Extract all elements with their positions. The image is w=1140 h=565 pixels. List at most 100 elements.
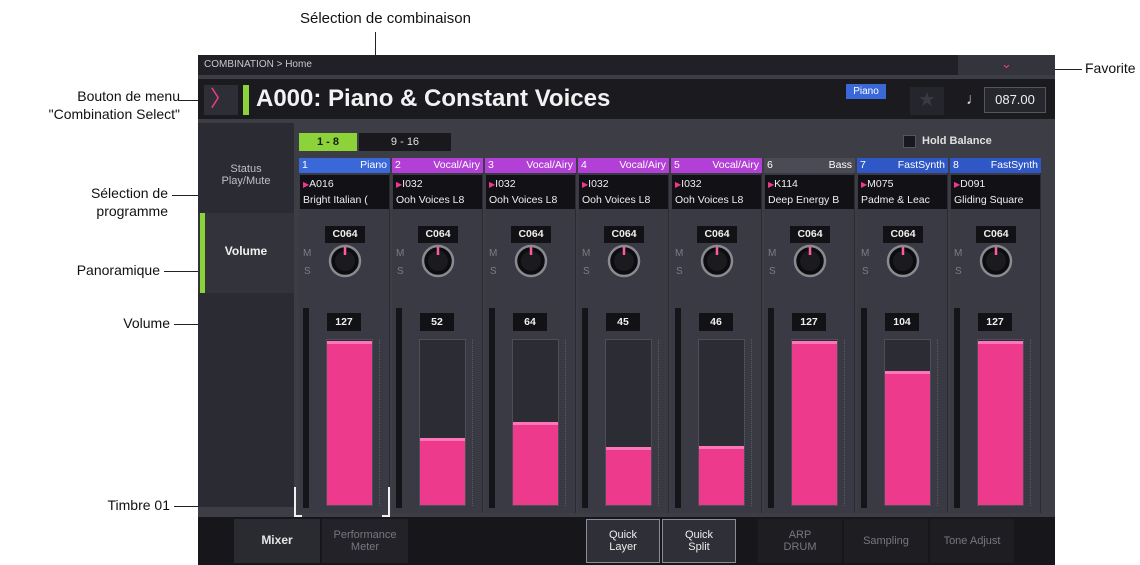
callout-program-select: Sélection de programme	[40, 185, 168, 220]
combination-screen: COMBINATION > Home ⌄ 〉 A000: Piano & Con…	[198, 55, 1055, 565]
nav-volume-label: Volume	[224, 244, 268, 258]
volume-fill	[327, 341, 372, 505]
mute-label[interactable]: M	[582, 248, 590, 259]
program-select[interactable]: ▶I032 Ooh Voices L8	[672, 175, 761, 209]
program-select[interactable]: ▶A016 Bright Italian (	[300, 175, 389, 209]
solo-label[interactable]: S	[769, 266, 776, 277]
volume-slider[interactable]	[884, 339, 931, 506]
volume-value[interactable]: 46	[699, 313, 733, 331]
volume-slider[interactable]	[326, 339, 373, 506]
pan-knob[interactable]	[793, 244, 827, 278]
program-select[interactable]: ▶I032 Ooh Voices L8	[486, 175, 575, 209]
timbre-category: FastSynth	[897, 159, 945, 171]
solo-label[interactable]: S	[955, 266, 962, 277]
pan-knob[interactable]	[700, 244, 734, 278]
pan-knob[interactable]	[328, 244, 362, 278]
pan-value[interactable]: C064	[418, 226, 458, 243]
volume-value[interactable]: 52	[420, 313, 454, 331]
volume-value[interactable]: 64	[513, 313, 547, 331]
combination-accent-bar	[243, 85, 249, 115]
program-number-text: M075	[867, 178, 894, 190]
pan-knob[interactable]	[514, 244, 548, 278]
volume-value[interactable]: 104	[885, 313, 919, 331]
mute-label[interactable]: M	[861, 248, 869, 259]
mute-label[interactable]: M	[954, 248, 962, 259]
solo-label[interactable]: S	[583, 266, 590, 277]
volume-slider[interactable]	[791, 339, 838, 506]
program-number: ▶I032	[396, 178, 423, 190]
volume-slider[interactable]	[512, 339, 559, 506]
volume-slider[interactable]	[977, 339, 1024, 506]
combination-select[interactable]: A000: Piano & Constant Voices	[256, 85, 610, 113]
callout-volume: Volume	[123, 315, 170, 331]
category-badge: Piano	[846, 84, 886, 99]
program-name: Deep Energy B	[768, 194, 840, 206]
volume-slider[interactable]	[605, 339, 652, 506]
level-meter	[675, 308, 681, 508]
tab-bank-1-8[interactable]: 1 - 8	[299, 133, 357, 151]
timbre-01-bracket-right	[382, 487, 390, 517]
volume-slider[interactable]	[419, 339, 466, 506]
quick-layer-button[interactable]: Quick Layer	[586, 519, 660, 563]
tab-tone-adjust[interactable]: Tone Adjust	[930, 519, 1014, 563]
tab-bank-9-16[interactable]: 9 - 16	[359, 133, 451, 151]
pan-value[interactable]: C064	[604, 226, 644, 243]
pan-knob[interactable]	[886, 244, 920, 278]
timbre-number: 6	[767, 159, 773, 171]
tab-arp-drum[interactable]: ARP DRUM	[758, 519, 842, 563]
hold-balance-checkbox[interactable]	[903, 135, 916, 148]
timbre-category-bar: 1 Piano	[299, 158, 390, 173]
program-select[interactable]: ▶D091 Gliding Square	[951, 175, 1040, 209]
program-select[interactable]: ▶I032 Ooh Voices L8	[579, 175, 668, 209]
level-meter	[861, 308, 867, 508]
program-number-text: I032	[495, 178, 516, 190]
program-number-text: D091	[960, 178, 986, 190]
breadcrumb: COMBINATION > Home	[204, 59, 312, 70]
title-bar: COMBINATION > Home ⌄	[198, 55, 1055, 75]
timbre-number: 5	[674, 159, 680, 171]
solo-label[interactable]: S	[862, 266, 869, 277]
volume-value[interactable]: 127	[978, 313, 1012, 331]
solo-label[interactable]: S	[397, 266, 404, 277]
volume-value[interactable]: 45	[606, 313, 640, 331]
volume-fill	[885, 371, 930, 505]
program-select[interactable]: ▶K114 Deep Energy B	[765, 175, 854, 209]
mute-label[interactable]: M	[675, 248, 683, 259]
pan-value[interactable]: C064	[697, 226, 737, 243]
program-number-text: I032	[402, 178, 423, 190]
volume-slider[interactable]	[698, 339, 745, 506]
favorite-star-icon[interactable]: ★	[910, 87, 944, 115]
nav-status-play-mute[interactable]: Status Play/Mute	[198, 163, 294, 187]
callout-menu-button: Bouton de menu "Combination Select"	[12, 88, 180, 123]
volume-value[interactable]: 127	[327, 313, 361, 331]
tab-performance-line2: Meter	[350, 541, 380, 553]
timbre-number: 1	[302, 159, 308, 171]
quick-split-button[interactable]: Quick Split	[662, 519, 736, 563]
pan-value[interactable]: C064	[325, 226, 365, 243]
pan-value[interactable]: C064	[511, 226, 551, 243]
chevron-down-icon[interactable]: ⌄	[958, 55, 1055, 75]
combination-select-menu-button[interactable]: 〉	[204, 85, 238, 115]
solo-label[interactable]: S	[676, 266, 683, 277]
nav-volume[interactable]: Volume	[198, 213, 294, 293]
tab-sampling[interactable]: Sampling	[844, 519, 928, 563]
mute-label[interactable]: M	[489, 248, 497, 259]
pan-knob[interactable]	[421, 244, 455, 278]
mute-label[interactable]: M	[396, 248, 404, 259]
program-select[interactable]: ▶M075 Padme & Leac	[858, 175, 947, 209]
solo-label[interactable]: S	[304, 266, 311, 277]
mute-label[interactable]: M	[303, 248, 311, 259]
pan-value[interactable]: C064	[883, 226, 923, 243]
mute-label[interactable]: M	[768, 248, 776, 259]
pan-value[interactable]: C064	[790, 226, 830, 243]
volume-value[interactable]: 127	[792, 313, 826, 331]
tab-mixer[interactable]: Mixer	[234, 519, 320, 563]
pan-knob[interactable]	[607, 244, 641, 278]
solo-label[interactable]: S	[490, 266, 497, 277]
pan-knob[interactable]	[979, 244, 1013, 278]
timbre-number: 3	[488, 159, 494, 171]
tab-performance-meter[interactable]: Performance Meter	[322, 519, 408, 563]
program-select[interactable]: ▶I032 Ooh Voices L8	[393, 175, 482, 209]
pan-value[interactable]: C064	[976, 226, 1016, 243]
tempo-field[interactable]: 087.00	[984, 87, 1046, 113]
